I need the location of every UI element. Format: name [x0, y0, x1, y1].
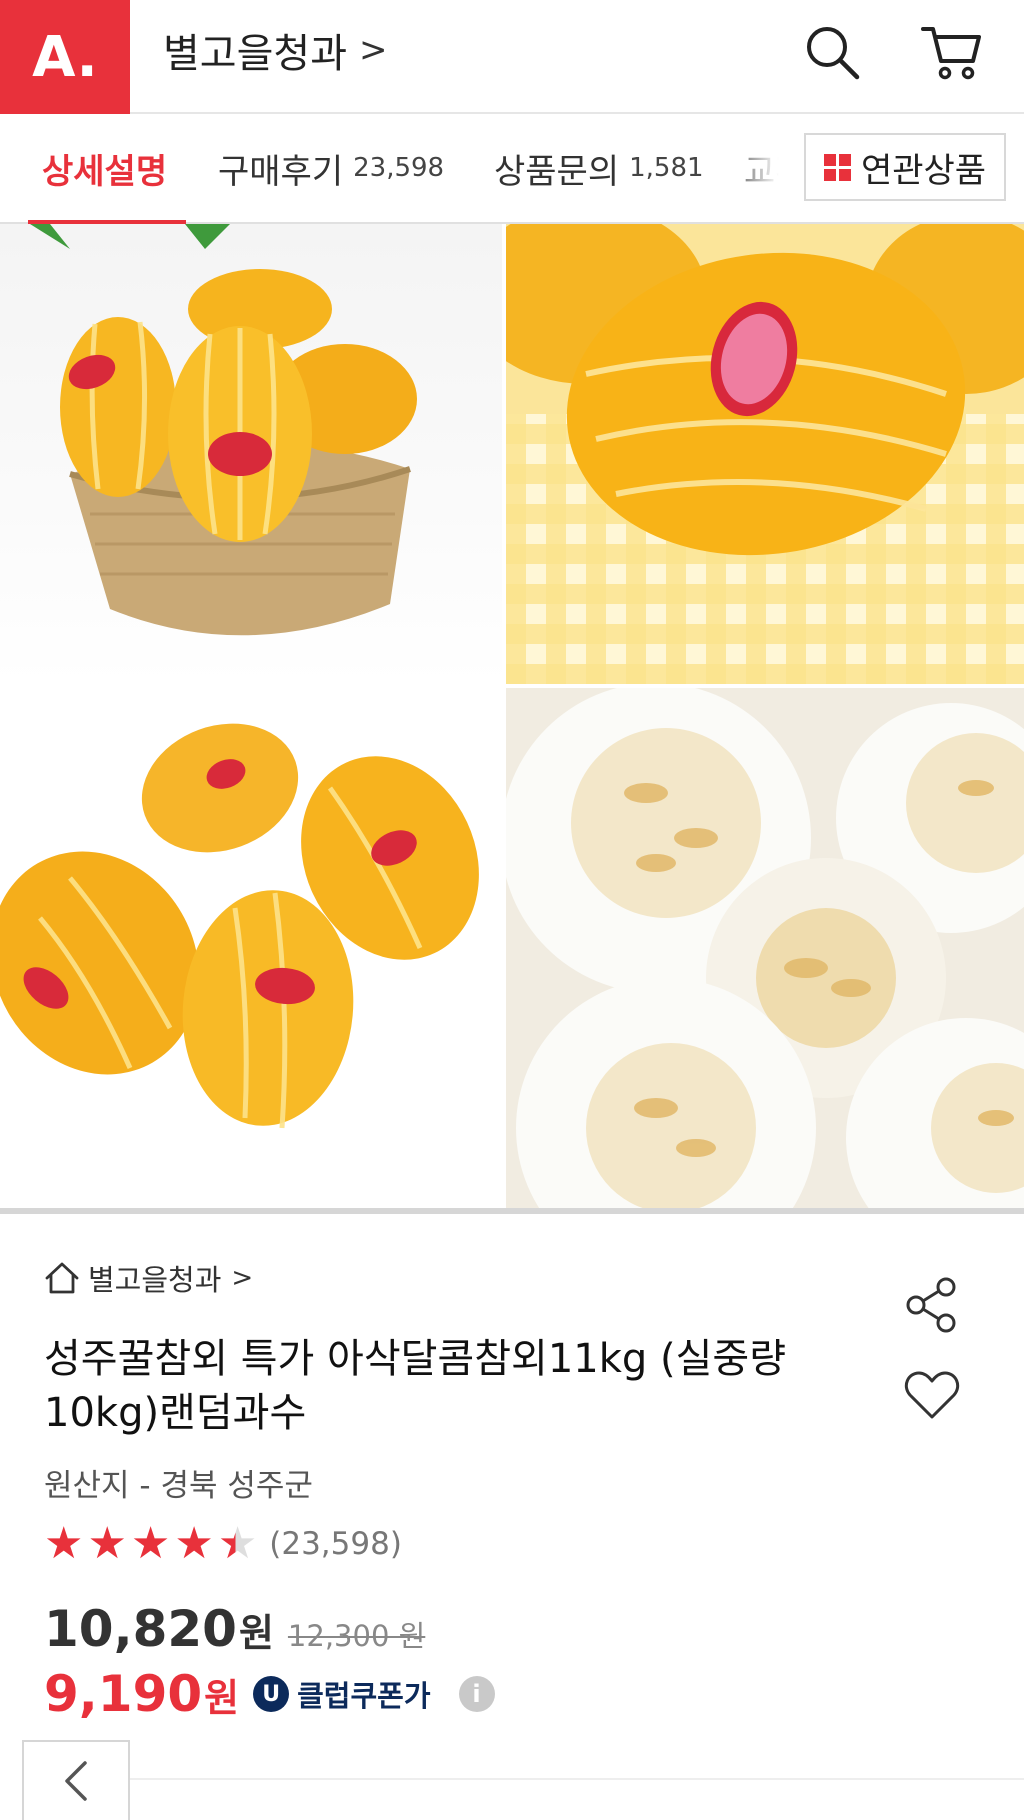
coupon-price-row: 9,190 원 U 클럽쿠폰가 i [44, 1662, 495, 1726]
info-icon[interactable]: i [458, 1676, 495, 1712]
cart-icon [921, 27, 981, 80]
half-star-icon: ★ [217, 1518, 258, 1569]
coupon-price: 9,190 [44, 1665, 203, 1723]
chevron-right-icon: > [231, 1263, 254, 1293]
review-count: (23,598) [269, 1526, 402, 1562]
back-button[interactable] [22, 1740, 130, 1820]
star-icon: ★ [44, 1518, 84, 1569]
tab-scroll-fade [720, 116, 804, 222]
star-icon: ★ [87, 1518, 127, 1569]
price-row: 10,820 원 12,300 원 [44, 1600, 425, 1660]
cart-button[interactable] [920, 20, 984, 84]
search-icon [807, 27, 860, 80]
tab-inquiries[interactable]: 상품문의 1,581 [494, 114, 704, 222]
breadcrumb[interactable]: 별고을청과 > [44, 1256, 253, 1300]
heart-icon [904, 1371, 960, 1419]
club-coupon-label: 클럽쿠폰가 [297, 1679, 431, 1713]
rating-summary[interactable]: ★ ★ ★ ★ ★ (23,598) [44, 1520, 402, 1568]
tab-description[interactable]: 상세설명 [42, 114, 167, 222]
related-products-button[interactable]: 연관상품 [804, 133, 1006, 201]
share-button[interactable] [902, 1270, 962, 1340]
gallery-divider [0, 1208, 1024, 1214]
product-image-gallery[interactable] [0, 224, 1024, 1212]
tab-count: 23,598 [353, 153, 445, 183]
grid-icon [823, 153, 851, 181]
tab-reviews[interactable]: 구매후기 23,598 [218, 114, 444, 222]
tab-label: 상세설명 [42, 151, 168, 192]
search-button[interactable] [800, 20, 864, 84]
app-header: A. 별고을청과 > [0, 0, 1024, 114]
share-icon [906, 1277, 956, 1333]
product-image-sliced-melon[interactable] [506, 688, 1024, 1212]
original-price: 12,300 원 [287, 1619, 426, 1653]
chevron-left-icon [65, 1761, 87, 1801]
sale-price-unit: 원 [238, 1611, 274, 1655]
sale-price: 10,820 [44, 1600, 237, 1658]
product-title: 성주꿀참외 특가 아삭달콤참외11kg (실중량 10kg)랜덤과수 [44, 1336, 787, 1436]
tab-label: 구매후기 [218, 151, 344, 192]
tab-label: 상품문의 [494, 151, 620, 192]
tab-count: 1,581 [629, 153, 704, 183]
breadcrumb-store: 별고을청과 [88, 1263, 222, 1297]
related-products-label: 연관상품 [860, 150, 987, 191]
product-origin: 원산지 - 경북 성주군 [44, 1468, 313, 1504]
star-icon: ★ [130, 1518, 171, 1569]
product-image-melon-on-gingham[interactable] [506, 224, 1024, 684]
product-image-melon-group[interactable] [0, 688, 502, 1212]
home-icon [45, 1262, 79, 1294]
wishlist-button[interactable] [902, 1364, 962, 1426]
star-icon: ★ [174, 1518, 214, 1569]
coupon-price-unit: 원 [204, 1675, 240, 1720]
chevron-right-icon: > [359, 30, 388, 70]
product-image-melons-in-basket[interactable] [0, 224, 502, 684]
app-logo[interactable]: A. [0, 0, 130, 114]
bottom-divider [130, 1778, 1024, 1780]
club-badge-icon: U [253, 1676, 290, 1712]
store-name-link[interactable]: 별고을청과 > [163, 20, 388, 80]
store-name-label: 별고을청과 [163, 31, 347, 77]
